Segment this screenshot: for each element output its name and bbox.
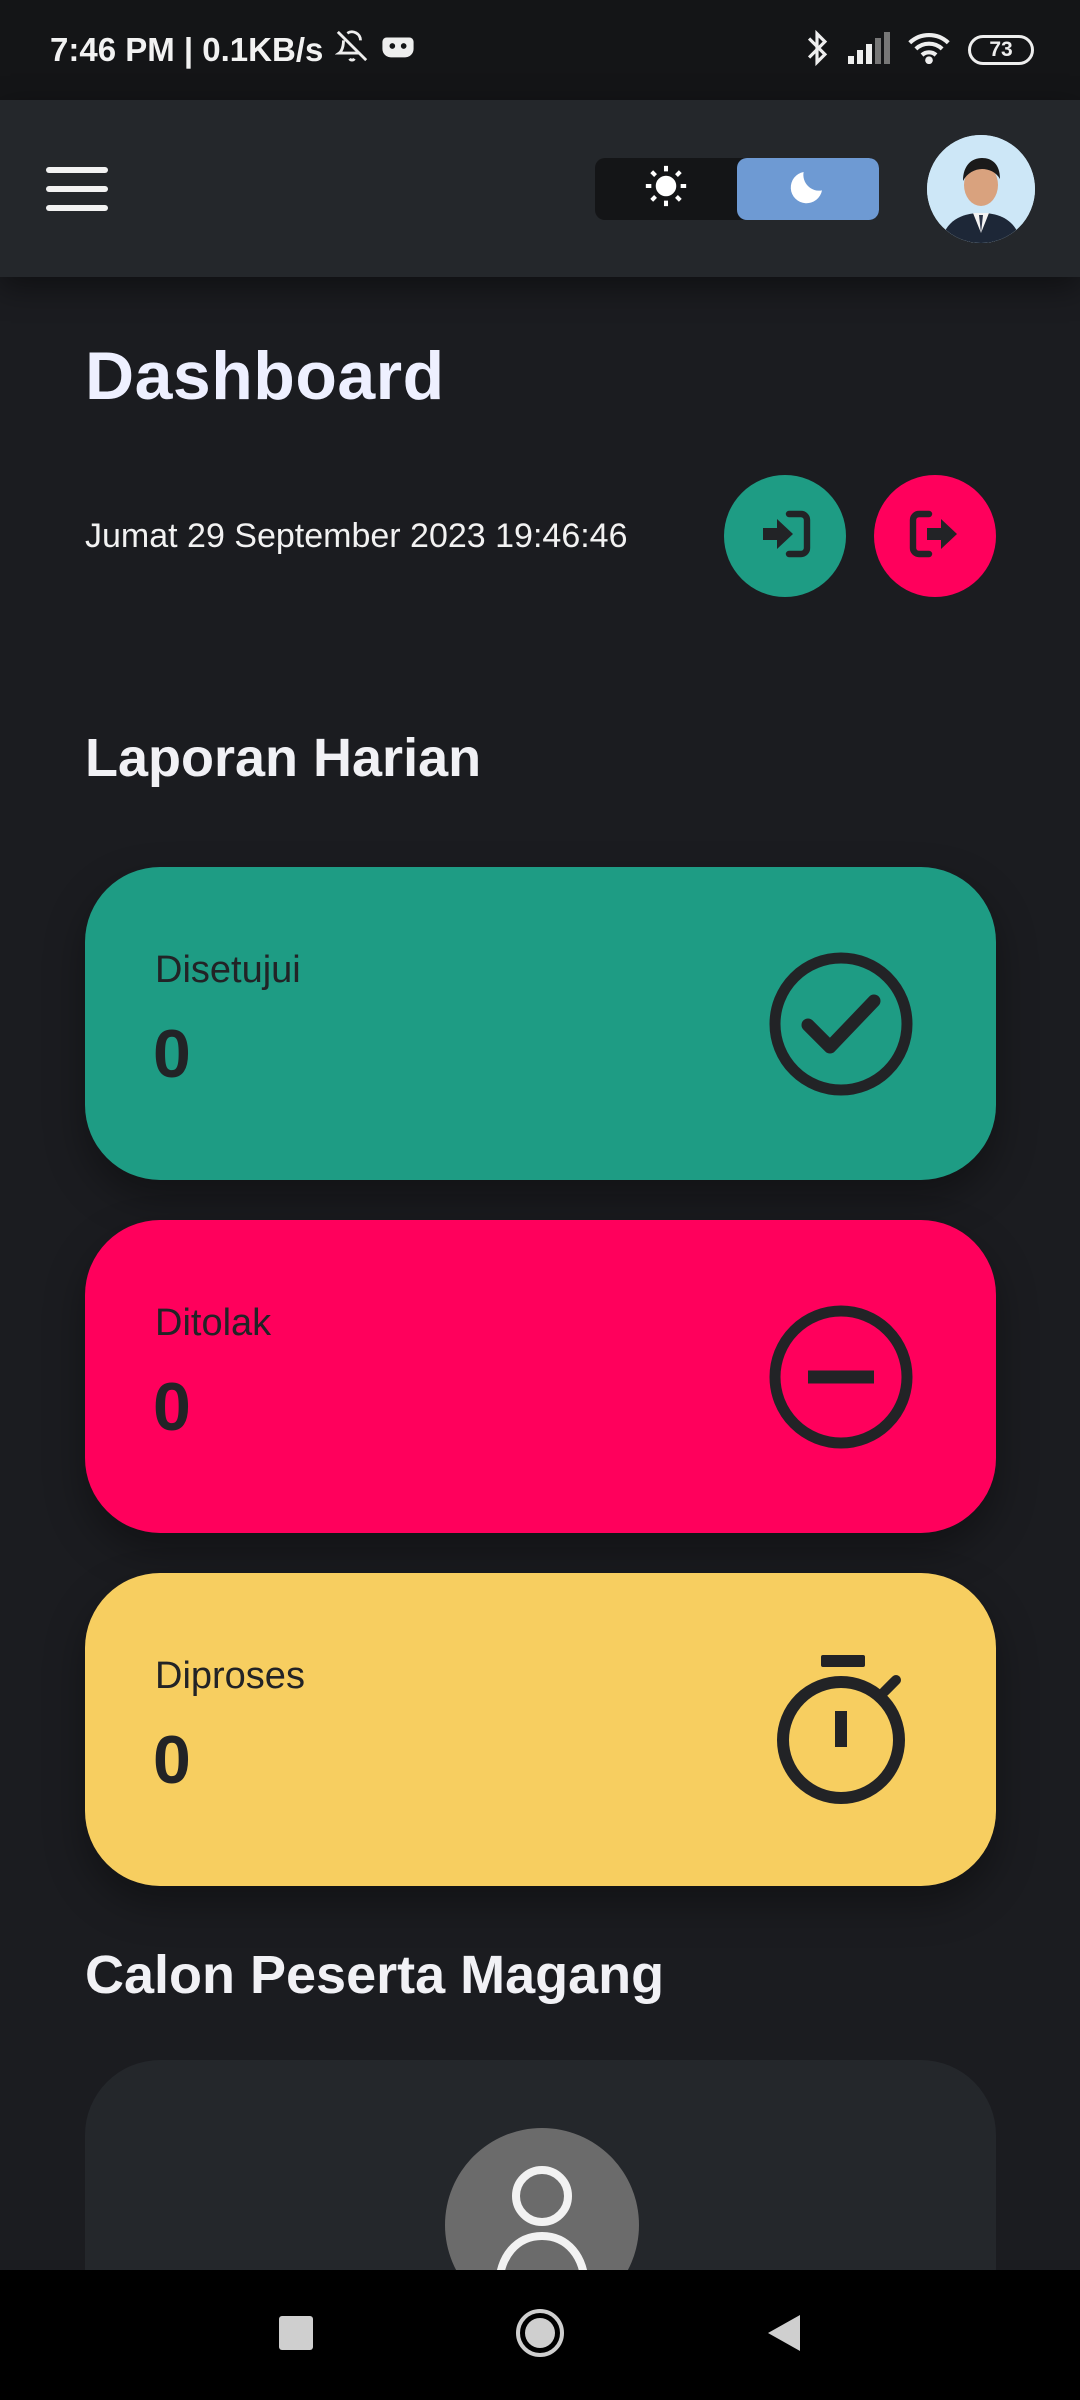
minus-circle-icon xyxy=(766,1302,916,1452)
battery-level: 73 xyxy=(989,38,1013,61)
moon-icon xyxy=(787,165,829,212)
dark-mode-option[interactable] xyxy=(737,157,879,220)
status-time-network: 7:46 PM | 0.1KB/s xyxy=(50,31,324,68)
system-nav-bar xyxy=(0,2270,1080,2400)
status-bar: 7:46 PM | 0.1KB/s 73 xyxy=(0,0,1080,100)
check-out-button[interactable] xyxy=(874,475,996,597)
circle-icon xyxy=(515,2308,565,2363)
sign-out-icon xyxy=(909,510,961,563)
person-photo-icon xyxy=(927,134,1035,243)
bell-off-icon xyxy=(334,29,369,71)
wifi-icon xyxy=(908,32,950,69)
card-label: Diproses xyxy=(155,1655,305,1697)
sign-in-icon xyxy=(759,510,811,563)
check-circle-icon xyxy=(766,949,916,1099)
processing-card[interactable]: Diproses 0 xyxy=(85,1573,996,1886)
square-icon xyxy=(279,2315,313,2355)
bluetooth-icon xyxy=(804,29,830,72)
hamburger-menu-icon[interactable] xyxy=(46,166,108,211)
main-content: Dashboard Jumat 29 September 2023 19:46:… xyxy=(85,277,996,2360)
game-controller-icon xyxy=(381,31,415,69)
card-label: Ditolak xyxy=(155,1302,272,1344)
profile-avatar[interactable] xyxy=(927,134,1035,243)
back-button[interactable] xyxy=(752,2303,816,2367)
status-left: 7:46 PM | 0.1KB/s xyxy=(50,29,415,71)
signal-icon xyxy=(848,31,890,69)
back-triangle-icon xyxy=(766,2313,802,2358)
check-in-button[interactable] xyxy=(724,475,846,597)
theme-toggle[interactable] xyxy=(595,157,879,220)
card-label: Disetujui xyxy=(155,949,301,991)
card-value: 0 xyxy=(153,1016,191,1092)
candidates-title: Calon Peserta Magang xyxy=(85,1945,665,2005)
sun-icon xyxy=(644,164,688,213)
card-value: 0 xyxy=(153,1722,191,1798)
current-datetime: Jumat 29 September 2023 19:46:46 xyxy=(85,516,628,555)
attendance-buttons xyxy=(724,475,996,597)
daily-report-title: Laporan Harian xyxy=(85,728,482,788)
light-mode-option[interactable] xyxy=(595,158,737,220)
battery-indicator: 73 xyxy=(968,35,1034,65)
datetime-row: Jumat 29 September 2023 19:46:46 xyxy=(85,475,996,597)
app-bar-actions xyxy=(595,134,1035,243)
report-cards: Disetujui 0 Ditolak 0 Diproses 0 xyxy=(85,867,996,1886)
page-title: Dashboard xyxy=(85,338,445,414)
stopwatch-icon xyxy=(766,1655,916,1805)
recents-button[interactable] xyxy=(264,2303,328,2367)
approved-card[interactable]: Disetujui 0 xyxy=(85,867,996,1180)
app-bar xyxy=(0,100,1080,277)
home-button[interactable] xyxy=(508,2303,572,2367)
card-value: 0 xyxy=(153,1369,191,1445)
status-right: 73 xyxy=(804,29,1034,72)
rejected-card[interactable]: Ditolak 0 xyxy=(85,1220,996,1533)
